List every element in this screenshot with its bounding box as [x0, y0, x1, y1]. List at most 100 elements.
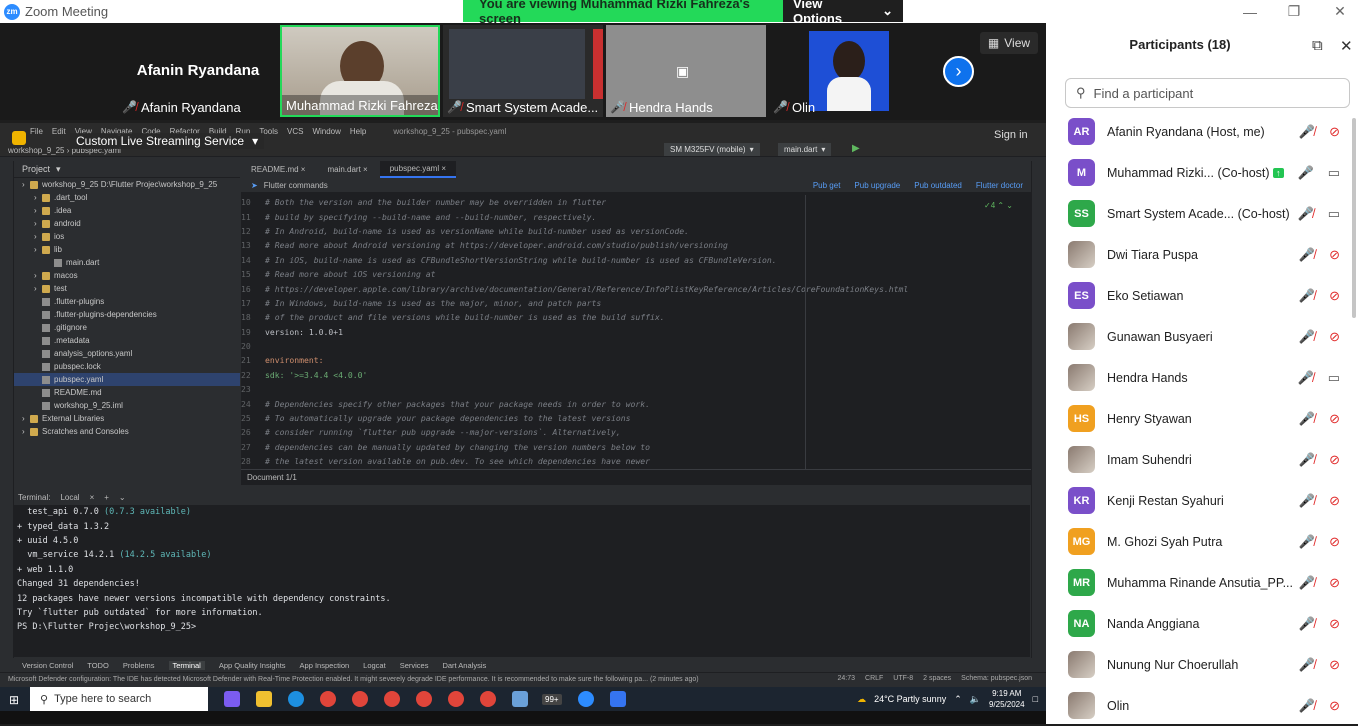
tree-item[interactable]: .flutter-plugins-dependencies	[14, 308, 240, 321]
pub-get-link[interactable]: Pub get	[813, 181, 841, 190]
camera-off-icon[interactable]: ⊘	[1329, 698, 1340, 714]
mic-muted-icon[interactable]: 🎤̸	[1299, 124, 1315, 140]
chrome-icon[interactable]	[448, 691, 464, 707]
tool-tab[interactable]: Dart Analysis	[442, 661, 486, 670]
zoom-taskbar-icon[interactable]	[577, 691, 594, 707]
participant-row[interactable]: Olin 🎤̸ ⊘	[1046, 685, 1358, 726]
code-line[interactable]: 14 # In iOS, build-name is used as CFBund…	[241, 253, 1031, 267]
tool-tab[interactable]: App Inspection	[300, 661, 350, 670]
close-icon[interactable]: ✕	[1318, 0, 1358, 23]
tree-item[interactable]: › .idea	[14, 204, 240, 217]
tree-item[interactable]: › test	[14, 282, 240, 295]
tree-item[interactable]: › workshop_9_25 D:\Flutter Projec\worksh…	[14, 178, 240, 191]
tab-readme[interactable]: README.md ×	[241, 161, 315, 178]
menu-item[interactable]: Edit	[52, 127, 66, 136]
code-line[interactable]: 15 # Read more about iOS versioning at	[241, 267, 1031, 281]
status-message[interactable]: Microsoft Defender configuration: The ID…	[8, 676, 699, 683]
project-label[interactable]: Project	[22, 164, 50, 174]
participant-row[interactable]: SS Smart System Acade... (Co-host) 🎤̸ ▭	[1046, 193, 1358, 234]
weather-text[interactable]: 24°C Partly sunny	[874, 694, 946, 704]
tree-item[interactable]: pubspec.yaml	[14, 373, 240, 386]
tool-tab[interactable]: TODO	[87, 661, 109, 670]
tree-item[interactable]: .metadata	[14, 334, 240, 347]
menu-item[interactable]: Window	[312, 127, 340, 136]
mic-muted-icon[interactable]: 🎤̸	[1299, 534, 1315, 550]
flutter-doctor-link[interactable]: Flutter doctor	[976, 181, 1023, 190]
restore-icon[interactable]: ❐	[1272, 0, 1316, 23]
tree-item[interactable]: .flutter-plugins	[14, 295, 240, 308]
menu-item[interactable]: File	[30, 127, 43, 136]
mic-muted-icon[interactable]: 🎤̸	[1299, 698, 1315, 714]
participant-row[interactable]: AR Afanin Ryandana (Host, me) 🎤̸ ⊘	[1046, 111, 1358, 152]
video-tile[interactable]: 🎤̸ Olin	[769, 25, 929, 117]
chrome-icon[interactable]	[480, 691, 496, 707]
participant-row[interactable]: Nunung Nur Choerullah 🎤̸ ⊘	[1046, 644, 1358, 685]
chrome-icon[interactable]	[384, 691, 400, 707]
code-line[interactable]: 24 # Dependencies specify other packages …	[241, 396, 1031, 410]
participant-row[interactable]: Imam Suhendri 🎤̸ ⊘	[1046, 439, 1358, 480]
mic-muted-icon[interactable]: 🎤̸	[1299, 493, 1315, 509]
camera-off-icon[interactable]: ⊘	[1329, 534, 1340, 550]
tab-main-dart[interactable]: main.dart ×	[317, 161, 377, 178]
code-line[interactable]: 22 sdk: '>=3.4.4 <4.0.0'	[241, 368, 1031, 382]
menu-item[interactable]: Help	[350, 127, 366, 136]
encoding[interactable]: UTF-8	[893, 675, 913, 682]
code-line[interactable]: 28 # the latest version available on pub.…	[241, 454, 1031, 468]
participant-row[interactable]: MR Muhamma Rinande Ansutia_PP... 🎤̸ ⊘	[1046, 562, 1358, 603]
pub-upgrade-link[interactable]: Pub upgrade	[854, 181, 900, 190]
menu-item[interactable]: VCS	[287, 127, 303, 136]
code-line[interactable]: 21 environment:	[241, 353, 1031, 367]
breadcrumb[interactable]: workshop_9_25	[8, 146, 64, 155]
terminal-tab[interactable]: Local	[60, 493, 79, 502]
code-line[interactable]: 25 # To automatically upgrade your packag…	[241, 411, 1031, 425]
camera-off-icon[interactable]: ⊘	[1329, 124, 1340, 140]
terminal-output[interactable]: test_api 0.7.0 (0.7.3 available) + typed_…	[14, 505, 1030, 635]
chrome-icon[interactable]	[320, 691, 336, 707]
tree-item[interactable]: workshop_9_25.iml	[14, 399, 240, 412]
camera-icon[interactable]: ▭	[1328, 370, 1340, 386]
camera-off-icon[interactable]: ⊘	[1329, 493, 1340, 509]
taskbar-search[interactable]: ⚲ Type here to search	[30, 687, 208, 711]
participant-row[interactable]: M Muhammad Rizki... (Co-host) ↑ 🎤 ▭	[1046, 152, 1358, 193]
participant-row[interactable]: MG M. Ghozi Syah Putra 🎤̸ ⊘	[1046, 521, 1358, 562]
mic-icon[interactable]: 🎤	[1298, 165, 1314, 181]
tree-item[interactable]: › ios	[14, 230, 240, 243]
run-icon[interactable]: ▶	[852, 143, 860, 154]
code-line[interactable]: 18 # of the product and file versions whi…	[241, 310, 1031, 324]
volume-icon[interactable]: 🔈	[970, 694, 981, 705]
mic-muted-icon[interactable]: 🎤̸	[1299, 452, 1315, 468]
participant-row[interactable]: Hendra Hands 🎤̸ ▭	[1046, 357, 1358, 398]
close-panel-icon[interactable]: ✕	[1340, 37, 1353, 55]
app-icon[interactable]	[512, 691, 528, 707]
tree-item[interactable]: .gitignore	[14, 321, 240, 334]
camera-off-icon[interactable]: ⊘	[1329, 657, 1340, 673]
android-studio-icon[interactable]	[609, 691, 626, 707]
code-line[interactable]: 20	[241, 339, 1031, 353]
next-page-button[interactable]: ›	[943, 56, 974, 87]
clock[interactable]: 9:19 AM 9/25/2024	[989, 688, 1025, 710]
tool-tab[interactable]: App Quality Insights	[219, 661, 286, 670]
tree-item[interactable]: README.md	[14, 386, 240, 399]
tree-item[interactable]: analysis_options.yaml	[14, 347, 240, 360]
mic-muted-icon[interactable]: 🎤̸	[1299, 329, 1315, 345]
sign-in-button[interactable]: Sign in	[994, 129, 1028, 141]
tree-item[interactable]: › .dart_tool	[14, 191, 240, 204]
indent[interactable]: 2 spaces	[923, 675, 951, 682]
video-tile[interactable]: ▣ 🎤̸ Hendra Hands	[606, 25, 766, 117]
tool-tab[interactable]: Logcat	[363, 661, 386, 670]
schema[interactable]: Schema: pubspec.json	[961, 675, 1032, 682]
code-line[interactable]: 12 # In Android, build-name is used as ve…	[241, 224, 1031, 238]
notifications-icon[interactable]: □	[1033, 694, 1038, 704]
tree-item[interactable]: main.dart	[14, 256, 240, 269]
participant-row[interactable]: HS Henry Styawan 🎤̸ ⊘	[1046, 398, 1358, 439]
tool-tab[interactable]: Terminal	[168, 660, 205, 670]
code-lines[interactable]: 10 # Both the version and the builder num…	[241, 195, 1031, 469]
participant-row[interactable]: KR Kenji Restan Syahuri 🎤̸ ⊘	[1046, 480, 1358, 521]
camera-icon[interactable]: ▭	[1328, 165, 1340, 181]
mic-muted-icon[interactable]: 🎤̸	[1299, 657, 1315, 673]
add-icon[interactable]: +	[104, 493, 109, 502]
code-line[interactable]: 17 # In Windows, build-name is used as th…	[241, 296, 1031, 310]
tab-pubspec[interactable]: pubspec.yaml ×	[379, 161, 456, 178]
code-line[interactable]: 19 version: 1.0.0+1	[241, 325, 1031, 339]
tree-item[interactable]: › macos	[14, 269, 240, 282]
